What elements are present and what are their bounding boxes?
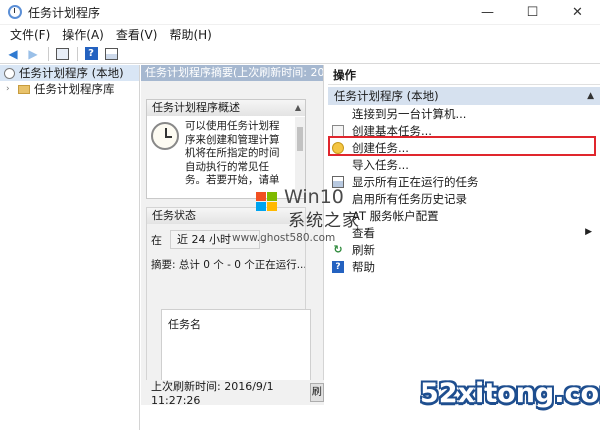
blank-icon [332, 159, 344, 171]
menu-help[interactable]: 帮助(H) [163, 26, 217, 43]
site-watermark: 52xitong.com [420, 378, 600, 409]
summary-bottom-area [141, 405, 324, 430]
action-show-running-tasks[interactable]: 显示所有正在运行的任务 [328, 173, 600, 190]
action-label: 帮助 [352, 259, 375, 274]
action-enable-history[interactable]: 启用所有任务历史记录 [328, 190, 600, 207]
help-button[interactable]: ? [82, 46, 100, 62]
forward-arrow-icon[interactable]: ▶ [24, 46, 42, 62]
logo-square [267, 192, 277, 201]
task-scheduler-clock-icon [8, 5, 22, 19]
console-tree: 任务计划程序 (本地) › 任务计划程序库 [0, 65, 140, 430]
watermark-brand-cn: 系统之家 [288, 211, 360, 231]
actions-group-header[interactable]: 任务计划程序 (本地) ▲ [328, 87, 600, 105]
submenu-arrow-icon: ▶ [585, 227, 592, 237]
minimize-button[interactable]: — [465, 0, 510, 25]
toolbar: ◀ ▶ ? [0, 44, 600, 64]
scroll-thumb[interactable] [297, 127, 303, 151]
tree-item-library[interactable]: › 任务计划程序库 [0, 81, 139, 97]
task-status-table: 任务名 [161, 309, 311, 384]
show-hide-console-tree-button[interactable] [53, 46, 71, 62]
menu-view[interactable]: 查看(V) [110, 26, 164, 43]
action-label: 启用所有任务历史记录 [352, 191, 467, 206]
help-icon: ? [84, 47, 98, 60]
collapse-up-icon[interactable]: ▲ [587, 87, 594, 105]
back-arrow-icon[interactable]: ◀ [4, 46, 22, 62]
title-bar: 任务计划程序 — ☐ ✕ [0, 0, 600, 25]
action-pane-icon [104, 47, 118, 60]
highlight-create-task-box [328, 136, 596, 156]
last-refresh-text: 上次刷新时间: 2016/9/1 11:27:26 [151, 380, 274, 407]
refresh-icon: ↻ [333, 243, 343, 256]
action-label: 导入任务... [352, 157, 409, 172]
watermark-url: www.ghost580.com [232, 232, 336, 244]
overview-text: 可以使用任务计划程序来创建和管理计算机将在所指定的时间自动执行的常见任务。若要开… [185, 120, 280, 188]
blank-icon [332, 108, 344, 120]
clock-icon [4, 67, 15, 79]
status-section-header[interactable]: 任务状态 [147, 208, 305, 224]
window-controls: — ☐ ✕ [465, 0, 600, 25]
summary-footer: 上次刷新时间: 2016/9/1 11:27:26 刷 [141, 380, 324, 407]
windows-logo-watermark [256, 192, 280, 214]
menu-bar: 文件(F) 操作(A) 查看(V) 帮助(H) [0, 25, 600, 44]
action-view[interactable]: 查看 ▶ [328, 224, 600, 241]
wizard-icon [332, 124, 344, 137]
watermark-brand: Win10 [284, 186, 344, 208]
actions-pane: 操作 任务计划程序 (本地) ▲ 连接到另一台计算机... 创建基本任务... … [328, 65, 600, 430]
maximize-button[interactable]: ☐ [510, 0, 555, 25]
overview-body: 可以使用任务计划程序来创建和管理计算机将在所指定的时间自动执行的常见任务。若要开… [147, 116, 305, 188]
close-button[interactable]: ✕ [555, 0, 600, 25]
tree-item-label: 任务计划程序 (本地) [19, 66, 124, 80]
overview-section: 任务计划程序概述 ▲ 可以使用任务计划程序来创建和管理计算机将在所指定的时间自动… [146, 99, 306, 199]
overview-scrollbar[interactable] [295, 117, 305, 197]
menu-action[interactable]: 操作(A) [56, 26, 110, 43]
actions-title: 操作 [328, 65, 600, 85]
status-summary: 摘要: 总计 0 个 - 0 个正在运行... [151, 259, 305, 271]
window-title: 任务计划程序 [28, 5, 101, 20]
expand-chevron-icon[interactable]: › [6, 84, 16, 94]
overview-title: 任务计划程序概述 [152, 101, 240, 114]
status-in-label: 在 [151, 233, 162, 247]
logo-square [267, 202, 277, 211]
tree-item-root[interactable]: 任务计划程序 (本地) [0, 65, 139, 81]
menu-file[interactable]: 文件(F) [4, 26, 56, 43]
action-label: 连接到另一台计算机... [352, 106, 467, 121]
overview-section-header[interactable]: 任务计划程序概述 ▲ [147, 100, 305, 116]
action-label: AT 服务帐户配置 [352, 208, 439, 223]
action-at-service-config[interactable]: AT 服务帐户配置 [328, 207, 600, 224]
status-title: 任务状态 [152, 209, 196, 222]
toolbar-separator [77, 46, 78, 61]
action-connect-computer[interactable]: 连接到另一台计算机... [328, 105, 600, 122]
summary-header: 任务计划程序摘要(上次刷新时间: 2016/9/1 [141, 65, 323, 81]
task-name-column-header[interactable]: 任务名 [162, 310, 310, 332]
refresh-button[interactable]: 刷 [309, 383, 324, 402]
actions-group-label: 任务计划程序 (本地) [334, 89, 439, 103]
task-scheduler-clock-icon [151, 122, 179, 150]
tree-item-label: 任务计划程序库 [34, 82, 115, 96]
console-tree-icon [55, 47, 69, 60]
action-import-task[interactable]: 导入任务... [328, 156, 600, 173]
folder-icon [18, 84, 30, 94]
action-help[interactable]: ? 帮助 [328, 258, 600, 275]
logo-square [256, 202, 266, 211]
show-hide-action-pane-button[interactable] [102, 46, 120, 62]
collapse-icon[interactable]: ▲ [295, 100, 301, 116]
logo-square [256, 192, 266, 201]
toolbar-separator [48, 46, 49, 61]
action-refresh[interactable]: ↻ 刷新 [328, 241, 600, 258]
action-label: 显示所有正在运行的任务 [352, 174, 479, 189]
action-label: 刷新 [352, 242, 375, 257]
help-icon: ? [332, 260, 344, 273]
